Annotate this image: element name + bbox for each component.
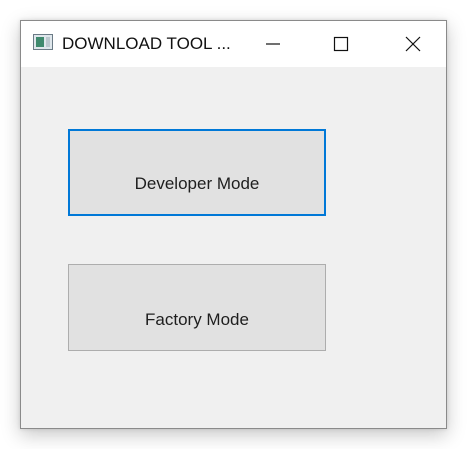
maximize-icon [333,36,349,52]
app-icon[interactable] [33,34,53,50]
developer-mode-label: Developer Mode [134,174,260,193]
app-icon-side [46,37,50,47]
developer-mode-button[interactable]: Developer Mode [68,129,326,216]
maximize-button[interactable] [318,21,364,67]
close-button[interactable] [390,21,436,67]
factory-mode-label: Factory Mode [145,310,249,329]
minimize-button[interactable] [250,21,296,67]
title-bar[interactable]: DOWNLOAD TOOL ... [21,21,446,67]
factory-mode-button[interactable]: Factory Mode [68,264,326,351]
minimize-icon [266,43,280,45]
window-title: DOWNLOAD TOOL ... [62,34,231,53]
app-icon-pane [36,37,44,47]
app-window: DOWNLOAD TOOL ... Developer Mode Factory… [20,20,447,429]
close-icon [405,36,421,52]
